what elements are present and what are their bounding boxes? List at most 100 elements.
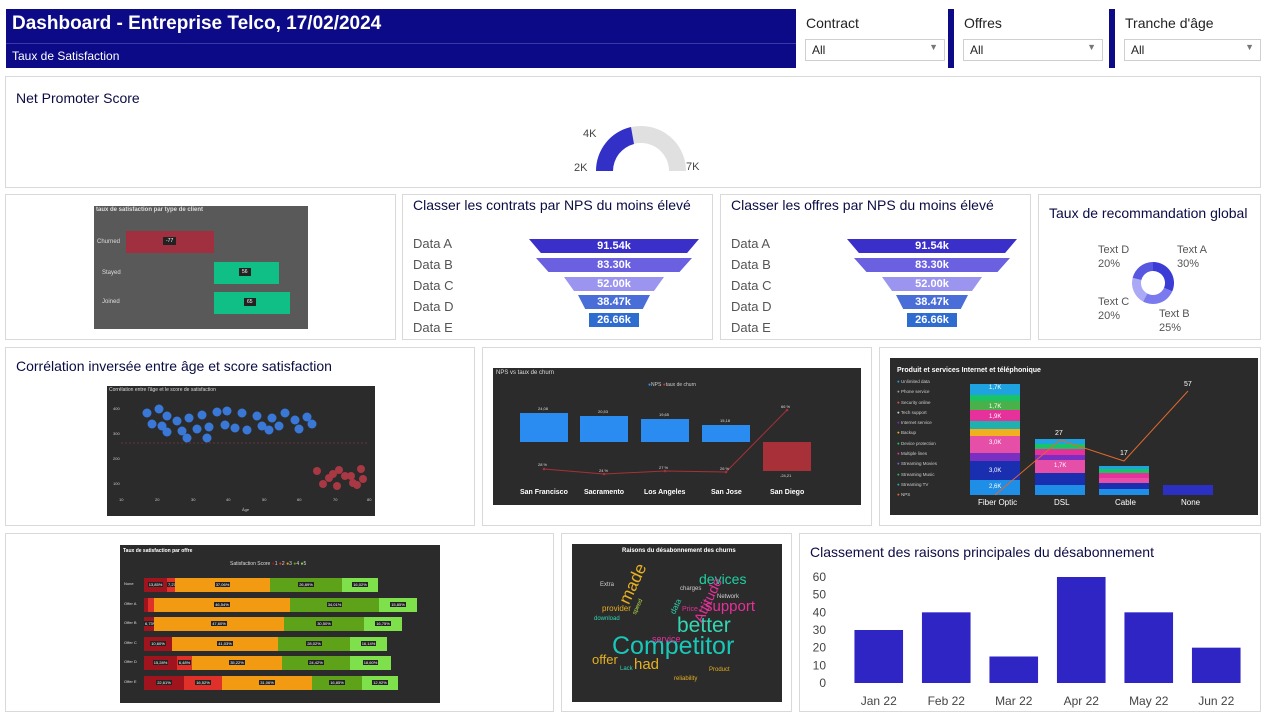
contracts-funnel-panel: Classer les contrats par NPS du moins él… [402,194,713,340]
funnel-bar: 52.00k [882,277,982,291]
offer-row: None 13,85%7,27%37,06%26,89%16,02% [120,578,440,592]
funnel-label: Data C [413,278,454,293]
scatter-point [274,421,284,431]
churn-label: 24 % [599,468,609,473]
x-tick: 30 [191,497,196,502]
word: provider [602,604,631,613]
age-slicer: Tranche d'âge All ▼ [1115,9,1261,68]
word: download [594,616,620,622]
y-tick: 100 [113,481,120,486]
offer-segment: 16,14% [350,636,387,651]
x-tick-label: May 22 [1129,694,1169,708]
x-tick-label: Mar 22 [995,694,1033,708]
x-tick: 10 [119,497,124,502]
legend-item: ●5 [300,561,307,567]
scatter-point [353,481,361,489]
legend-item: ●2 [278,561,287,567]
offres-dropdown-value: All [970,43,984,57]
data-label: -77 [163,237,177,245]
offres-slicer-label: Offres [964,15,1002,31]
age-dropdown[interactable]: All ▼ [1124,39,1261,61]
y-tick-label: 10 [813,658,827,672]
donut-slice [1143,287,1173,304]
line-label: 17 [1120,450,1128,457]
offer-segment: 47,60% [154,617,284,631]
wordcloud-chart: Raisons du désabonnement des churns Comp… [572,544,782,702]
contract-dropdown[interactable]: All ▼ [805,39,945,61]
offer-row: Offer E 22,61% 16,52% 31,06% 16,85% 12,92% [120,675,440,690]
funnel-bar: 38.47k [578,295,650,309]
y-tick-label: 40 [813,605,827,619]
offer-segment: 16,85% [312,675,362,690]
value-label: 3,0K [989,468,1002,474]
offer-row: Offer C 10,60% 41,03% 28,02% 16,14% [120,636,440,651]
offers-funnel-panel: Classer les offres par NPS du moins élev… [720,194,1031,340]
x-tick-label: Apr 22 [1064,694,1100,708]
nps-label: 24,08 [538,406,549,411]
x-tick: 70 [333,497,338,502]
value-label: 1,9K [989,414,1002,420]
offer-segment: 10,60% [144,636,172,651]
nps-label: 20,53 [598,409,609,414]
page-subtitle: Taux de Satisfaction [12,49,120,63]
x-axis-label: Âge [242,507,250,512]
chevron-down-icon: ▼ [1087,42,1096,52]
word: offer [592,652,618,667]
scatter-point [184,413,194,423]
scatter-point [267,413,277,423]
scatter-point [202,433,212,443]
scatter-point [357,465,365,473]
gauge-fill [595,127,634,171]
nps-title: Net Promoter Score [16,90,140,106]
offer-segment: 37,06% [175,578,270,592]
offer-segment: 35,22% [192,656,282,670]
offer-segment: 30,50% [284,617,364,631]
word: Product [709,667,730,673]
recommendation-title: Taux de recommandation global [1049,205,1248,221]
scatter-point [290,415,300,425]
scatter-point [212,407,222,417]
offer-segment: 12,92% [362,675,398,690]
funnel-label: Data D [413,299,454,314]
offer-segment: 18,60% [350,656,391,670]
funnel-label: Data B [413,257,453,272]
satisfaction-type-panel: taux de satisfaction par type de client … [5,194,396,340]
scatter-point [192,424,202,434]
churn-reasons-panel: Classement des raisons principales du dé… [799,533,1261,712]
wordcloud-panel: Raisons du désabonnement des churns Comp… [561,533,792,712]
scatter-point [313,467,321,475]
funnel-bar: 83.30k [854,258,1010,272]
funnel-label: Data D [731,299,772,314]
slicer-accent [796,9,802,68]
offer-satisfaction-panel: Taux de satisfaction par offre Satisfact… [5,533,554,712]
funnel-label: Data B [731,257,771,272]
recommendation-panel: Taux de recommandation global Text A 30% … [1038,194,1261,340]
value-label: 1,7K [989,404,1002,410]
churn-label: 27 % [659,465,669,470]
y-tick-label: 60 [813,570,827,584]
page-title: Dashboard - Entreprise Telco, 17/02/2024 [12,13,382,34]
scatter-point [142,408,152,418]
bar [1056,577,1106,683]
word: service [652,634,681,644]
scatter-point [280,408,290,418]
scatter-point [172,416,182,426]
offer-row: Offer A 46,54% 34,01% 15,85% [120,597,440,612]
row-label: Stayed [102,270,121,276]
offer-segment: 34,01% [290,597,379,612]
y-tick: 200 [113,456,120,461]
gauge-mid-label: 4K [583,128,597,140]
offer-row-label: Offer E [124,678,137,684]
x-tick: 80 [367,497,372,502]
word: Lack [620,666,633,672]
offres-dropdown[interactable]: All ▼ [963,39,1103,61]
offres-slicer: Offres All ▼ [954,9,1109,68]
value-label: 1,7K [1054,463,1067,469]
offer-segment: 46,54% [154,597,290,612]
scatter-point [307,419,317,429]
offer-satisfaction-legend: Satisfaction Score ●1 ●2 ●3 ●4 ●5 [230,561,306,567]
scatter-point [252,411,262,421]
age-correlation-panel: Corrélation inversée entre âge et score … [5,347,475,526]
bar [1124,612,1174,683]
city-label: Sacramento [584,489,625,496]
